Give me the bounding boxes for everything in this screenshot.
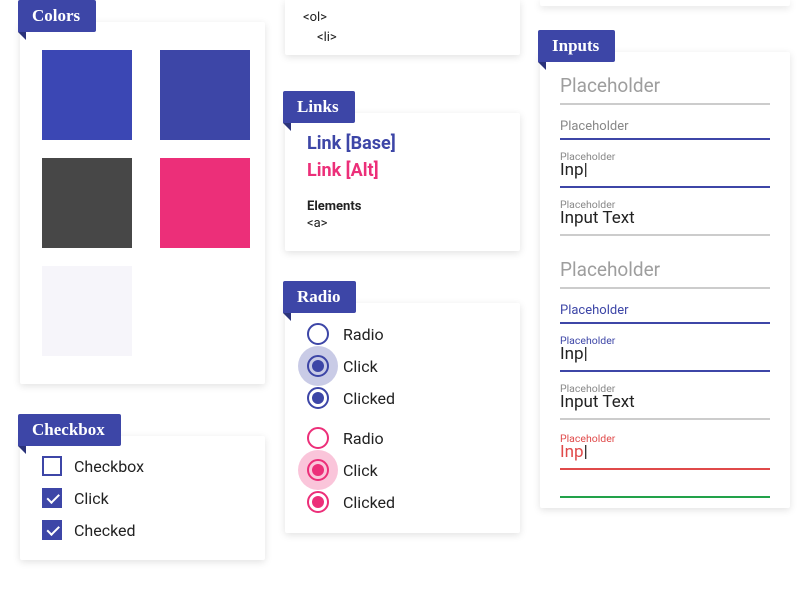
- color-swatch[interactable]: [160, 266, 250, 356]
- input-floating-label: Placeholder: [560, 432, 615, 445]
- elements-label: Elements: [307, 199, 498, 214]
- input-field[interactable]: Placeholder: [560, 119, 770, 140]
- code-line: <ol>: [303, 8, 502, 28]
- color-swatch-grid: [20, 22, 265, 384]
- checkbox-label: Click: [74, 489, 109, 508]
- input-floating-label: Placeholder: [560, 382, 615, 395]
- checkbox-icon[interactable]: [42, 520, 62, 540]
- input-value: Inp: [560, 344, 588, 364]
- radio-row[interactable]: Clicked: [307, 491, 498, 513]
- links-title: Links: [283, 91, 355, 123]
- color-swatch[interactable]: [160, 158, 250, 248]
- checkbox-row[interactable]: Checked: [42, 520, 243, 540]
- radio-label: Clicked: [343, 389, 395, 408]
- radio-icon[interactable]: [307, 323, 329, 345]
- input-value: Input Text: [560, 392, 635, 412]
- input-value: Inp: [560, 160, 588, 180]
- input-field[interactable]: [560, 490, 770, 498]
- color-swatch[interactable]: [42, 50, 132, 140]
- radio-row[interactable]: Click: [307, 355, 498, 377]
- input-floating-label: Placeholder: [560, 150, 615, 163]
- inputs-title: Inputs: [538, 30, 615, 62]
- color-swatch[interactable]: [160, 50, 250, 140]
- radio-row[interactable]: Clicked: [307, 387, 498, 409]
- colors-title: Colors: [18, 0, 96, 32]
- radio-icon[interactable]: [307, 459, 329, 481]
- radio-card: Radio Radio Click Clicked: [285, 303, 520, 533]
- radio-row[interactable]: Radio: [307, 323, 498, 345]
- checkbox-label: Checked: [74, 521, 136, 540]
- radio-label: Clicked: [343, 493, 395, 512]
- link-base[interactable]: Link [Base]: [307, 133, 498, 154]
- color-swatch[interactable]: [42, 266, 132, 356]
- checkbox-title: Checkbox: [18, 414, 121, 446]
- radio-row[interactable]: Radio: [307, 427, 498, 449]
- input-placeholder: Placeholder: [560, 258, 770, 289]
- input-value: Input Text: [560, 208, 635, 228]
- radio-icon[interactable]: [307, 427, 329, 449]
- checkbox-icon[interactable]: [42, 488, 62, 508]
- checkbox-icon[interactable]: [42, 456, 62, 476]
- code-line: <li>: [317, 28, 502, 48]
- input-floating-label: Placeholder: [560, 198, 615, 211]
- checkbox-row[interactable]: Checkbox: [42, 456, 243, 476]
- input-field[interactable]: Placeholder: [560, 258, 770, 289]
- radio-title: Radio: [283, 281, 356, 313]
- color-swatch[interactable]: [42, 158, 132, 248]
- input-field[interactable]: Placeholder Input Text: [560, 392, 770, 420]
- code-snippet: <ol> <li>: [285, 0, 520, 55]
- radio-row[interactable]: Click: [307, 459, 498, 481]
- input-placeholder: Placeholder: [560, 303, 770, 324]
- input-floating-label: Placeholder: [560, 334, 615, 347]
- radio-icon[interactable]: [307, 491, 329, 513]
- colors-card: Colors: [20, 22, 265, 384]
- input-field[interactable]: Placeholder Inp: [560, 344, 770, 372]
- checkbox-label: Checkbox: [74, 457, 144, 476]
- input-field[interactable]: Placeholder: [560, 74, 770, 105]
- input-field[interactable]: Placeholder: [560, 303, 770, 324]
- radio-label: Click: [343, 461, 378, 480]
- link-alt[interactable]: Link [Alt]: [307, 160, 498, 181]
- inputs-card: Inputs Placeholder Placeholder Placehold…: [540, 52, 790, 508]
- input-value: Inp: [560, 442, 588, 462]
- radio-icon[interactable]: [307, 355, 329, 377]
- radio-label: Radio: [343, 325, 384, 344]
- input-field[interactable]: Placeholder Input Text: [560, 208, 770, 236]
- elements-tag: <a>: [307, 216, 498, 231]
- input-placeholder: Placeholder: [560, 119, 770, 140]
- radio-label: Click: [343, 357, 378, 376]
- radio-icon[interactable]: [307, 387, 329, 409]
- input-placeholder: Placeholder: [560, 74, 770, 105]
- links-card: Links Link [Base] Link [Alt] Elements <a…: [285, 113, 520, 251]
- checkbox-card: Checkbox Checkbox Click Checked: [20, 436, 265, 560]
- radio-label: Radio: [343, 429, 384, 448]
- input-field[interactable]: Placeholder Inp: [560, 442, 770, 470]
- card-stub: [540, 0, 790, 6]
- input-field[interactable]: Placeholder Inp: [560, 160, 770, 188]
- checkbox-row[interactable]: Click: [42, 488, 243, 508]
